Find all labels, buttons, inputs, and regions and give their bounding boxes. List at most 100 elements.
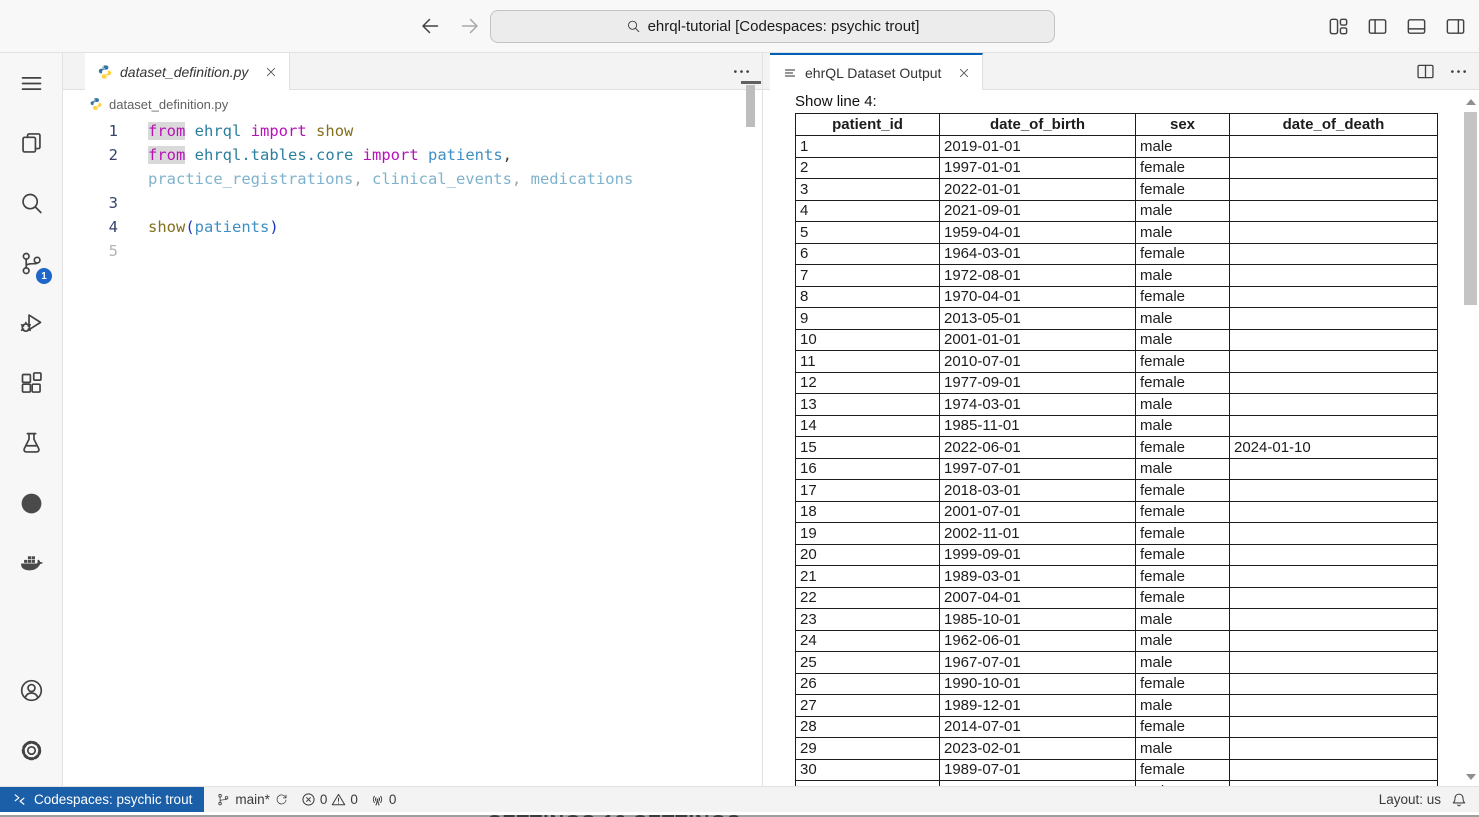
table-row: 282014-07-01female — [796, 716, 1438, 738]
close-icon[interactable] — [956, 65, 972, 81]
table-cell: female — [1136, 480, 1230, 502]
branch-icon — [216, 792, 231, 807]
table-row: 102001-01-01male — [796, 329, 1438, 351]
show-line-heading: Show line 4: — [795, 91, 1479, 113]
table-cell: female — [1136, 566, 1230, 588]
table-cell — [1230, 587, 1438, 609]
table-cell: male — [1136, 458, 1230, 480]
search-text: ehrql-tutorial [Codespaces: psychic trou… — [648, 18, 920, 35]
tab-ehrql-dataset-output[interactable]: ehrQL Dataset Output — [770, 53, 983, 90]
clipped-background-strip: NEW TERMINALSETTINGS 12 SETTINGS — [0, 812, 1479, 817]
table-cell — [1230, 738, 1438, 760]
table-cell: female — [1136, 286, 1230, 308]
remote-indicator[interactable]: Codespaces: psychic trout — [0, 787, 204, 812]
tab-dataset-definition[interactable]: dataset_definition.py — [85, 53, 290, 90]
table-cell: 2023-02-01 — [940, 738, 1136, 760]
clipped-text-fragment: SETTINGS 12 SETTINGS — [488, 813, 741, 817]
table-cell: female — [1136, 587, 1230, 609]
activity-item-github[interactable] — [7, 479, 55, 527]
table-row: 92013-05-01male — [796, 308, 1438, 330]
customize-layout-icon[interactable] — [1327, 15, 1350, 38]
table-cell: 1997-07-01 — [940, 458, 1136, 480]
beaker-icon — [18, 430, 45, 457]
table-cell — [1230, 329, 1438, 351]
editor-scroll-decoration — [741, 81, 761, 84]
table-cell — [1230, 222, 1438, 244]
table-cell: male — [1136, 738, 1230, 760]
table-cell: male — [1136, 652, 1230, 674]
table-cell: male — [1136, 415, 1230, 437]
more-actions-icon[interactable] — [731, 61, 752, 82]
code-editor[interactable]: 1from ehrql import show2from ehrql.table… — [63, 118, 762, 786]
activity-item-search[interactable] — [7, 179, 55, 227]
table-cell — [1230, 136, 1438, 158]
table-row: 131974-03-01male — [796, 394, 1438, 416]
activity-item-explorer[interactable] — [7, 119, 55, 167]
warning-count: 0 — [350, 792, 358, 807]
table-cell — [1230, 243, 1438, 265]
table-row: 32022-01-01female — [796, 179, 1438, 201]
table-cell: 1964-03-01 — [940, 243, 1136, 265]
table-cell: 4 — [796, 200, 940, 222]
arrow-left-icon[interactable] — [418, 14, 442, 38]
code-line: 3 — [63, 191, 762, 215]
table-row: 292023-02-01male — [796, 738, 1438, 760]
split-editor-icon[interactable] — [1415, 61, 1436, 82]
table-row: 71972-08-01male — [796, 265, 1438, 287]
error-icon — [301, 792, 316, 807]
code-text: from ehrql import show — [148, 119, 353, 143]
table-cell: male — [1136, 222, 1230, 244]
breadcrumb[interactable]: dataset_definition.py — [63, 90, 762, 118]
table-header: date_of_death — [1230, 114, 1438, 136]
table-cell — [1230, 265, 1438, 287]
status-bar: Codespaces: psychic trout main* 0 0 0 La… — [0, 786, 1479, 812]
table-cell: 1985-10-01 — [940, 609, 1136, 631]
table-cell: 2001-07-01 — [940, 501, 1136, 523]
arrow-right-icon[interactable] — [458, 14, 482, 38]
table-row: 42021-09-01male — [796, 200, 1438, 222]
scrollbar-thumb[interactable] — [1464, 112, 1477, 305]
table-cell — [1230, 673, 1438, 695]
table-cell — [1230, 523, 1438, 545]
table-cell — [1230, 501, 1438, 523]
more-actions-icon[interactable] — [1448, 61, 1469, 82]
activity-item-accounts[interactable] — [7, 666, 55, 714]
line-number: 2 — [63, 143, 118, 167]
toggle-panel-icon[interactable] — [1405, 15, 1428, 38]
activity-bar: 1 — [0, 53, 63, 786]
activity-item-testing[interactable] — [7, 419, 55, 467]
ports-status[interactable]: 0 — [370, 792, 397, 807]
table-cell: male — [1136, 265, 1230, 287]
branch-status[interactable]: main* — [216, 792, 289, 807]
panel-scrollbar[interactable] — [1463, 95, 1478, 784]
table-cell — [1230, 157, 1438, 179]
scroll-down-arrow[interactable] — [1466, 774, 1476, 780]
editor-scrollbar[interactable] — [746, 85, 755, 127]
code-line: 2from ehrql.tables.core import patients, — [63, 143, 762, 167]
layout-label[interactable]: Layout: us — [1379, 792, 1441, 807]
table-cell — [1230, 179, 1438, 201]
table-cell: female — [1136, 179, 1230, 201]
bell-icon[interactable] — [1451, 792, 1467, 808]
table-cell — [1230, 544, 1438, 566]
table-cell — [1230, 759, 1438, 781]
close-icon[interactable] — [263, 64, 279, 80]
activity-item-extensions[interactable] — [7, 359, 55, 407]
scroll-up-arrow[interactable] — [1466, 99, 1476, 105]
account-icon — [18, 677, 45, 704]
activity-item-settings[interactable] — [7, 726, 55, 774]
panel-tab-bar: ehrQL Dataset Output — [763, 53, 1479, 90]
table-cell: male — [1136, 695, 1230, 717]
toggle-sidebar-left-icon[interactable] — [1366, 15, 1389, 38]
activity-item-docker[interactable] — [7, 539, 55, 587]
activity-item-menu[interactable] — [7, 59, 55, 107]
code-line: 1from ehrql import show — [63, 119, 762, 143]
toggle-sidebar-right-icon[interactable] — [1444, 15, 1467, 38]
table-row: 161997-07-01male — [796, 458, 1438, 480]
table-row: 172018-03-01female — [796, 480, 1438, 502]
problems-status[interactable]: 0 0 — [301, 792, 358, 807]
table-cell: 1967-07-01 — [940, 652, 1136, 674]
command-center-search[interactable]: ehrql-tutorial [Codespaces: psychic trou… — [490, 10, 1055, 43]
activity-item-source-control[interactable]: 1 — [7, 239, 55, 287]
activity-item-run-debug[interactable] — [7, 299, 55, 347]
